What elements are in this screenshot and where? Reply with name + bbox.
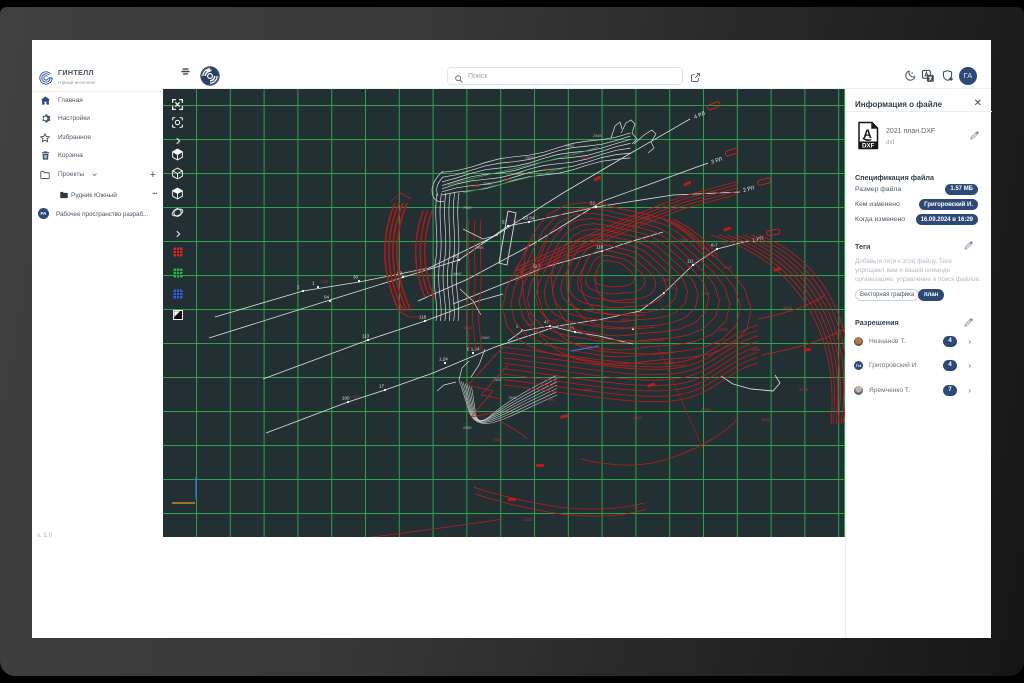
svg-text:+761: +761 <box>531 215 540 219</box>
svg-text:1,24: 1,24 <box>439 357 448 362</box>
svg-text:4955: 4955 <box>503 177 513 182</box>
svg-text:2 РЛ: 2 РЛ <box>743 185 756 194</box>
svg-text:7955: 7955 <box>475 246 484 250</box>
svg-text:2960: 2960 <box>679 237 689 242</box>
svg-text:+772: +772 <box>598 200 607 204</box>
svg-text:7965: 7965 <box>525 156 534 160</box>
svg-text:2935: 2935 <box>581 155 591 160</box>
svg-text:3 РЛ: 3 РЛ <box>710 156 723 165</box>
svg-text:8-7: 8-7 <box>711 243 718 248</box>
svg-text:1930: 1930 <box>633 415 643 420</box>
svg-text:2920: 2920 <box>523 517 533 522</box>
svg-text:2960: 2960 <box>480 336 490 340</box>
svg-text:1955: 1955 <box>661 277 671 282</box>
svg-text:4965: 4965 <box>515 172 524 176</box>
svg-text:2950: 2950 <box>545 397 555 402</box>
svg-text:113: 113 <box>362 334 370 339</box>
svg-text:7940: 7940 <box>565 144 574 148</box>
svg-text:2925: 2925 <box>701 407 711 412</box>
svg-text:1935: 1935 <box>665 360 675 365</box>
svg-text:17: 17 <box>379 384 385 389</box>
svg-text:2915: 2915 <box>723 265 733 270</box>
svg-text:+764: +764 <box>666 286 675 290</box>
svg-text:4 РЛ: 4 РЛ <box>693 111 706 121</box>
svg-text:30: 30 <box>353 275 359 280</box>
svg-text:100: 100 <box>342 396 350 401</box>
svg-text:4940: 4940 <box>515 267 525 272</box>
svg-text:2955: 2955 <box>553 227 563 232</box>
svg-text:1940: 1940 <box>761 417 771 422</box>
svg-text:2940: 2940 <box>543 167 553 172</box>
svg-text:2950: 2950 <box>462 426 472 430</box>
svg-text:1960: 1960 <box>641 215 651 220</box>
svg-text:4935: 4935 <box>799 387 809 392</box>
svg-text:2: 2 <box>297 285 300 290</box>
svg-text:+767: +767 <box>475 346 484 350</box>
svg-text:4950: 4950 <box>621 317 631 322</box>
svg-text:+745: +745 <box>350 395 359 399</box>
svg-text:+748: +748 <box>361 274 370 278</box>
svg-text:7950: 7950 <box>508 396 517 400</box>
svg-text:4960: 4960 <box>471 183 481 188</box>
svg-text:DXF: DXF <box>862 142 875 149</box>
svg-text:+758: +758 <box>405 270 414 274</box>
svg-text:2945: 2945 <box>701 291 711 296</box>
svg-text:7960: 7960 <box>463 206 472 210</box>
svg-text:2965: 2965 <box>482 182 492 186</box>
svg-text:+757: +757 <box>320 280 329 284</box>
svg-text:4960: 4960 <box>453 272 462 276</box>
svg-text:04: 04 <box>324 295 330 300</box>
svg-text:1: 1 <box>312 281 315 286</box>
svg-text:2945: 2945 <box>592 134 602 138</box>
svg-text:+762: +762 <box>719 242 728 246</box>
svg-text:4945: 4945 <box>583 387 593 392</box>
svg-text:1945: 1945 <box>493 437 503 442</box>
svg-text:4925: 4925 <box>783 305 793 310</box>
svg-text:1950: 1950 <box>751 347 761 352</box>
svg-text:2930: 2930 <box>719 327 729 332</box>
svg-text:4930: 4930 <box>463 325 473 330</box>
svg-text:+764: +764 <box>695 258 704 262</box>
